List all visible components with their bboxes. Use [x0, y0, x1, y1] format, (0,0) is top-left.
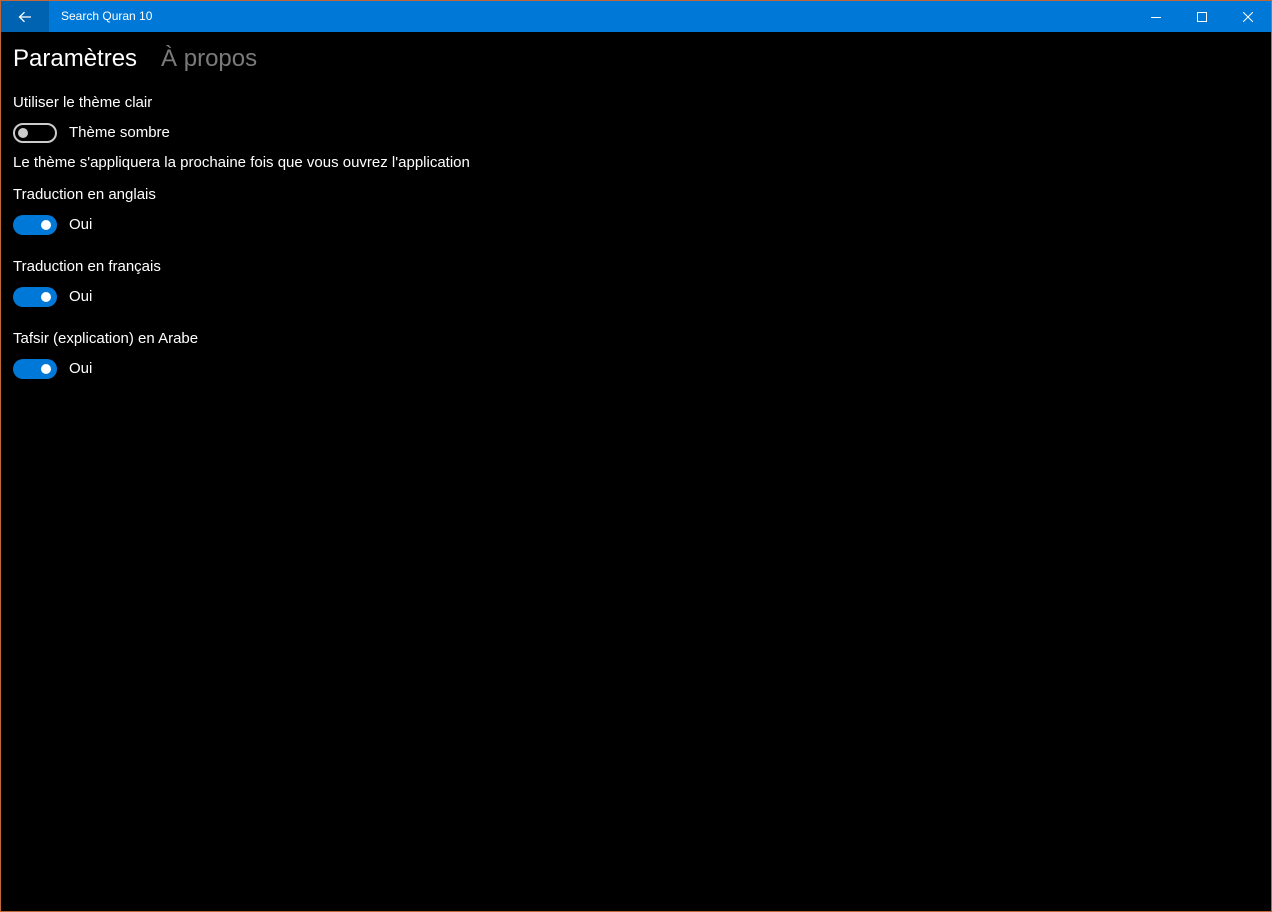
maximize-button[interactable]	[1179, 1, 1225, 32]
english-translation-toggle-row: Oui	[13, 215, 92, 235]
french-translation-toggle-row: Oui	[13, 287, 92, 307]
toggle-knob	[41, 292, 51, 302]
close-button[interactable]	[1225, 1, 1271, 32]
close-icon	[1243, 11, 1253, 22]
back-arrow-icon	[18, 11, 31, 22]
theme-toggle-row: Thème sombre	[13, 123, 170, 143]
tab-a-propos[interactable]: À propos	[161, 44, 257, 74]
tafsir-header: Tafsir (explication) en Arabe	[13, 330, 199, 347]
theme-note: Le thème s'appliquera la prochaine fois …	[13, 154, 470, 171]
pivot-tabs: Paramètres À propos	[13, 44, 257, 74]
toggle-knob	[41, 220, 51, 230]
french-translation-header: Traduction en français	[13, 258, 161, 275]
settings-page: Paramètres À propos Utiliser le thème cl…	[13, 32, 1271, 911]
back-button[interactable]	[1, 1, 49, 32]
tab-parametres[interactable]: Paramètres	[13, 44, 137, 74]
app-window: Search Quran 10 Paramètres À propos Util…	[0, 0, 1272, 912]
minimize-icon	[1151, 16, 1161, 18]
window-title: Search Quran 10	[61, 9, 153, 23]
french-translation-toggle[interactable]	[13, 287, 57, 307]
french-translation-toggle-label: Oui	[69, 288, 93, 305]
theme-toggle[interactable]	[13, 123, 57, 143]
tafsir-toggle[interactable]	[13, 359, 57, 379]
minimize-button[interactable]	[1133, 1, 1179, 32]
english-translation-toggle[interactable]	[13, 215, 57, 235]
english-translation-toggle-label: Oui	[69, 216, 93, 233]
theme-header: Utiliser le thème clair	[13, 94, 153, 111]
maximize-icon	[1197, 11, 1207, 22]
theme-toggle-label: Thème sombre	[69, 124, 170, 141]
title-bar: Search Quran 10	[1, 1, 1271, 32]
toggle-knob	[41, 364, 51, 374]
english-translation-header: Traduction en anglais	[13, 186, 156, 203]
tafsir-toggle-row: Oui	[13, 359, 92, 379]
toggle-knob	[18, 128, 28, 138]
tafsir-toggle-label: Oui	[69, 360, 93, 377]
